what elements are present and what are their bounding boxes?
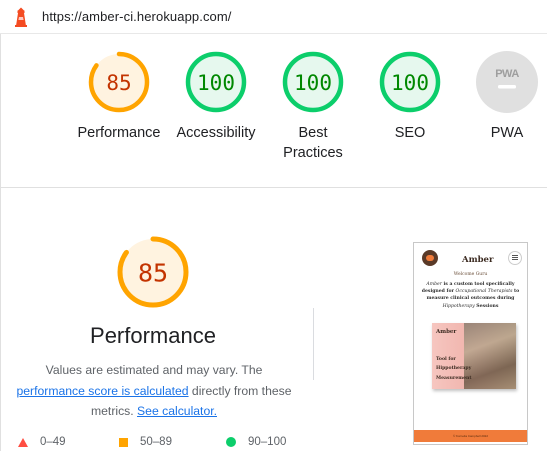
address-bar: https://amber-ci.herokuapp.com/ (0, 0, 547, 34)
legend-average-range: 50–89 (140, 436, 172, 448)
gauge-label-pwa: PWA (490, 125, 524, 141)
performance-score: 85 (106, 71, 131, 95)
performance-large-gauge: 85 (117, 236, 189, 308)
pwa-dash-icon (498, 85, 516, 89)
legend-pass-range: 90–100 (248, 436, 287, 448)
hamburger-menu-icon (508, 251, 522, 265)
gauge-label-performance: Performance (77, 125, 161, 141)
best-practices-score-ring: 100 (282, 51, 344, 113)
score-legend: 0–49 50–89 90–100 (0, 436, 310, 451)
pwa-badge: PWA (476, 51, 538, 113)
category-gauges: 85 Performance 100 Accessibility 100 Bes… (0, 34, 547, 186)
best-practices-score: 100 (294, 71, 332, 95)
vertical-separator (313, 308, 314, 380)
intro-text-3: Sessions (474, 303, 499, 309)
pwa-badge-text: PWA (495, 68, 519, 80)
desc-text-1: Values are estimated and may vary. The (45, 363, 263, 377)
preview-welcome: Welcome Guru (453, 272, 488, 277)
see-calculator-link[interactable]: See calculator. (137, 404, 217, 418)
preview-hero-card: Amber Tool for Hippotherapy Measurement (432, 323, 516, 389)
page-screenshot-thumbnail[interactable]: Amber Welcome Guru Amber is a custom too… (413, 242, 528, 445)
gauge-seo[interactable]: 100 SEO (362, 50, 458, 143)
card-line-1: Tool for (436, 357, 456, 362)
legend-average: 50–89 (119, 436, 172, 448)
accessibility-score: 100 (197, 71, 235, 95)
fail-triangle-icon (18, 437, 28, 447)
gauge-accessibility[interactable]: 100 Accessibility (168, 50, 264, 143)
gauge-performance[interactable]: 85 Performance (71, 50, 167, 143)
pass-circle-icon (226, 437, 236, 447)
seo-score-ring: 100 (379, 51, 441, 113)
card-line-2: Hippotherapy (436, 366, 472, 371)
lighthouse-icon (15, 7, 27, 27)
preview-footer: © Kornelia Campbell 2022 (414, 430, 527, 442)
legend-pass: 90–100 (226, 436, 286, 448)
card-title: Amber (436, 329, 457, 335)
page-url[interactable]: https://amber-ci.herokuapp.com/ (42, 9, 232, 24)
performance-large-score: 85 (138, 259, 168, 288)
gauge-label-best-practices: Best Practices (283, 125, 343, 161)
section-divider (0, 187, 547, 188)
legend-fail-range: 0–49 (40, 436, 66, 448)
card-line-3: Measurement (436, 376, 472, 381)
gauge-pwa[interactable]: PWA PWA (459, 50, 547, 143)
amber-logo-icon (422, 250, 438, 266)
seo-score: 100 (391, 71, 429, 95)
accessibility-score-ring: 100 (185, 51, 247, 113)
gauge-best-practices[interactable]: 100 Best Practices (265, 50, 361, 163)
intro-hippo: Hippotherapy (442, 303, 475, 309)
average-square-icon (119, 437, 128, 447)
intro-ot: Occupational Therapists (455, 289, 513, 295)
gauge-label-seo: SEO (394, 125, 426, 141)
performance-score-ring: 85 (88, 51, 150, 113)
preview-brand: Amber (462, 255, 494, 265)
score-calculated-link[interactable]: performance score is calculated (16, 384, 188, 398)
intro-brand: Amber (426, 282, 442, 287)
gauge-label-accessibility: Accessibility (176, 125, 256, 141)
performance-description: Values are estimated and may vary. The p… (14, 360, 294, 422)
preview-intro: Amber is a custom tool specifically desi… (420, 281, 521, 310)
performance-heading: Performance (90, 323, 216, 348)
legend-fail: 0–49 (18, 436, 66, 448)
